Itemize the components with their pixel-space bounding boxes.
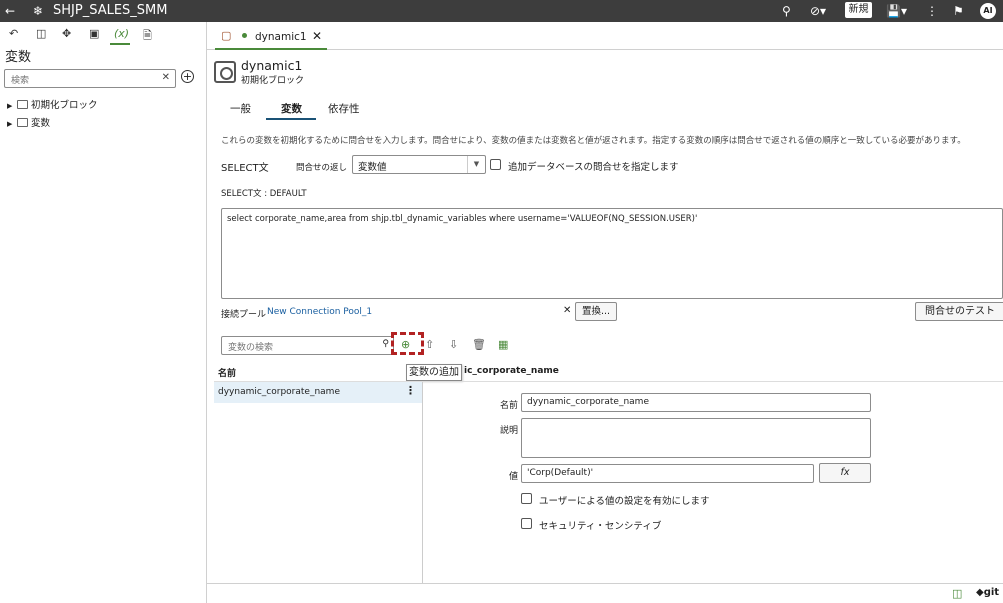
add-variable-tooltip: 変数の追加 xyxy=(406,364,462,381)
description-label: 説明 xyxy=(499,426,518,436)
variable-row[interactable]: dyynamic_corporate_name ⋮ xyxy=(214,382,422,403)
bookmark-icon[interactable]: ⚑ xyxy=(953,3,964,19)
search-icon: ⚲ xyxy=(382,339,389,349)
modified-dot xyxy=(242,33,247,38)
back-arrow-icon[interactable]: ← xyxy=(5,3,15,19)
kebab-menu-icon[interactable]: ⋮ xyxy=(405,384,416,397)
value-field[interactable]: 'Corp(Default)' xyxy=(521,464,814,483)
panel-title: 変数 xyxy=(5,50,32,65)
move-icon[interactable]: ✥ xyxy=(62,27,71,40)
return-type-select[interactable]: 変数値 ▼ xyxy=(352,155,486,174)
expand-icon[interactable]: ▶ xyxy=(7,120,17,128)
tree-item-init-block[interactable]: ▶ 初期化ブロック xyxy=(7,97,98,111)
name-label: 名前 xyxy=(499,401,518,411)
column-header-name: 名前 xyxy=(218,369,237,379)
variable-icon[interactable]: (x) xyxy=(114,27,129,40)
tab-variables[interactable]: 変数 xyxy=(281,101,302,116)
init-block-large-icon xyxy=(214,61,236,83)
selected-tool-indicator xyxy=(110,43,130,45)
new-button[interactable]: 新規 xyxy=(845,2,872,18)
clear-pool-icon[interactable]: ✕ xyxy=(563,305,571,316)
left-search-input[interactable]: 検索 ✕ xyxy=(4,69,176,88)
more-menu-icon[interactable]: ⋮ xyxy=(926,3,938,19)
replace-button[interactable]: 置換... xyxy=(575,302,617,321)
expand-icon[interactable]: ▶ xyxy=(7,102,17,110)
snowflake-icon: ❄ xyxy=(33,4,44,18)
folder-icon xyxy=(17,118,28,127)
sql-query-text: select corporate_name,area from shjp.tbl… xyxy=(227,214,698,224)
app-title: SHJP_SALES_SMM xyxy=(53,3,168,18)
search-placeholder: 検索 xyxy=(11,76,30,86)
object-name: dynamic1 xyxy=(241,58,303,73)
security-sensitive-label: セキュリティ・センシティブ xyxy=(539,521,662,532)
tab-label: dynamic1 xyxy=(255,31,307,43)
tab-dependencies[interactable]: 依存性 xyxy=(328,101,360,116)
select-label: SELECT文 xyxy=(221,163,269,174)
variable-search-input[interactable]: 変数の検索 ⚲ xyxy=(221,336,394,355)
pool-label: 接続プール xyxy=(221,310,267,320)
name-field[interactable]: dyynamic_corporate_name xyxy=(521,393,871,412)
tree-item-variables[interactable]: ▶ 変数 xyxy=(7,115,50,129)
value-text: 'Corp(Default)' xyxy=(527,468,594,478)
back-icon[interactable]: ↶ xyxy=(9,27,18,40)
init-block-icon: ▢ xyxy=(221,29,232,42)
highlight-box xyxy=(391,332,424,355)
git-label: git xyxy=(983,587,1000,598)
folder-icon xyxy=(17,100,28,109)
search-icon[interactable]: ⚲ xyxy=(782,3,791,19)
fit-icon[interactable]: ▣ xyxy=(89,27,99,40)
description-text: これらの変数を初期化するために問合せを入力します。問合せにより、変数の値または変… xyxy=(221,136,966,146)
tab-general[interactable]: 一般 xyxy=(230,101,251,116)
enable-user-value-label: ユーザーによる値の設定を有効にします xyxy=(539,496,710,507)
grid-icon[interactable]: ▦ xyxy=(498,338,508,351)
test-query-button[interactable]: 問合せのテスト xyxy=(915,302,1003,321)
panel-toggle-icon[interactable]: ◫ xyxy=(952,587,962,600)
check-circle-icon[interactable]: ⊘▾ xyxy=(810,3,826,19)
active-tab-indicator xyxy=(266,118,316,120)
save-icon[interactable]: 💾▾ xyxy=(886,3,907,19)
variable-name: dyynamic_corporate_name xyxy=(218,387,340,397)
editor-tab-bar: ▢ dynamic1 ✕ xyxy=(207,22,1003,50)
search-placeholder: 変数の検索 xyxy=(228,343,274,353)
pane-divider xyxy=(422,382,423,583)
tree-item-label: 変数 xyxy=(31,118,51,129)
connection-pool-link[interactable]: New Connection Pool_1 xyxy=(267,307,372,317)
move-up-icon[interactable]: ⇧ xyxy=(425,338,434,351)
chevron-down-icon: ▼ xyxy=(467,156,485,173)
delete-icon[interactable]: 🗑 xyxy=(472,338,486,351)
tab-dynamic1[interactable]: ▢ dynamic1 ✕ xyxy=(215,22,327,50)
select-value: 変数値 xyxy=(358,162,387,173)
return-label: 問合せの返し xyxy=(296,163,348,173)
git-icon[interactable]: ◆git xyxy=(976,587,999,598)
top-bar: ← ❄ SHJP_SALES_SMM ⚲ ⊘▾ 新規 💾▾ ⋮ ⚑ AI xyxy=(0,0,1003,22)
detail-header: ic_corporate_name xyxy=(464,366,559,376)
left-panel: ↶ ◫ ✥ ▣ (x) 🗎 変数 検索 ✕ + ▶ 初期化ブロック ▶ 変数 xyxy=(0,22,207,603)
additional-db-label: 追加データベースの問合せを指定します xyxy=(508,162,679,173)
add-icon[interactable]: + xyxy=(181,70,194,83)
select-default-label: SELECT文 : DEFAULT xyxy=(221,189,307,199)
object-type: 初期化ブロック xyxy=(241,76,305,86)
move-down-icon[interactable]: ⇩ xyxy=(449,338,458,351)
expression-button[interactable]: fx xyxy=(819,463,871,483)
enable-user-value-checkbox[interactable] xyxy=(521,493,532,504)
sql-query-editor[interactable]: select corporate_name,area from shjp.tbl… xyxy=(221,208,1003,299)
security-sensitive-checkbox[interactable] xyxy=(521,518,532,529)
avatar[interactable]: AI xyxy=(980,3,996,19)
description-field[interactable] xyxy=(521,418,871,458)
close-icon[interactable]: ✕ xyxy=(312,29,322,43)
value-label: 値 xyxy=(508,472,518,482)
name-value: dyynamic_corporate_name xyxy=(527,397,649,407)
tree-item-label: 初期化ブロック xyxy=(31,100,98,111)
database-icon[interactable]: ◫ xyxy=(36,27,46,40)
document-icon[interactable]: 🗎 xyxy=(143,27,152,46)
status-bar: ◫ ◆git xyxy=(207,583,1003,603)
clear-icon[interactable]: ✕ xyxy=(162,72,170,83)
additional-db-checkbox[interactable] xyxy=(490,159,501,170)
